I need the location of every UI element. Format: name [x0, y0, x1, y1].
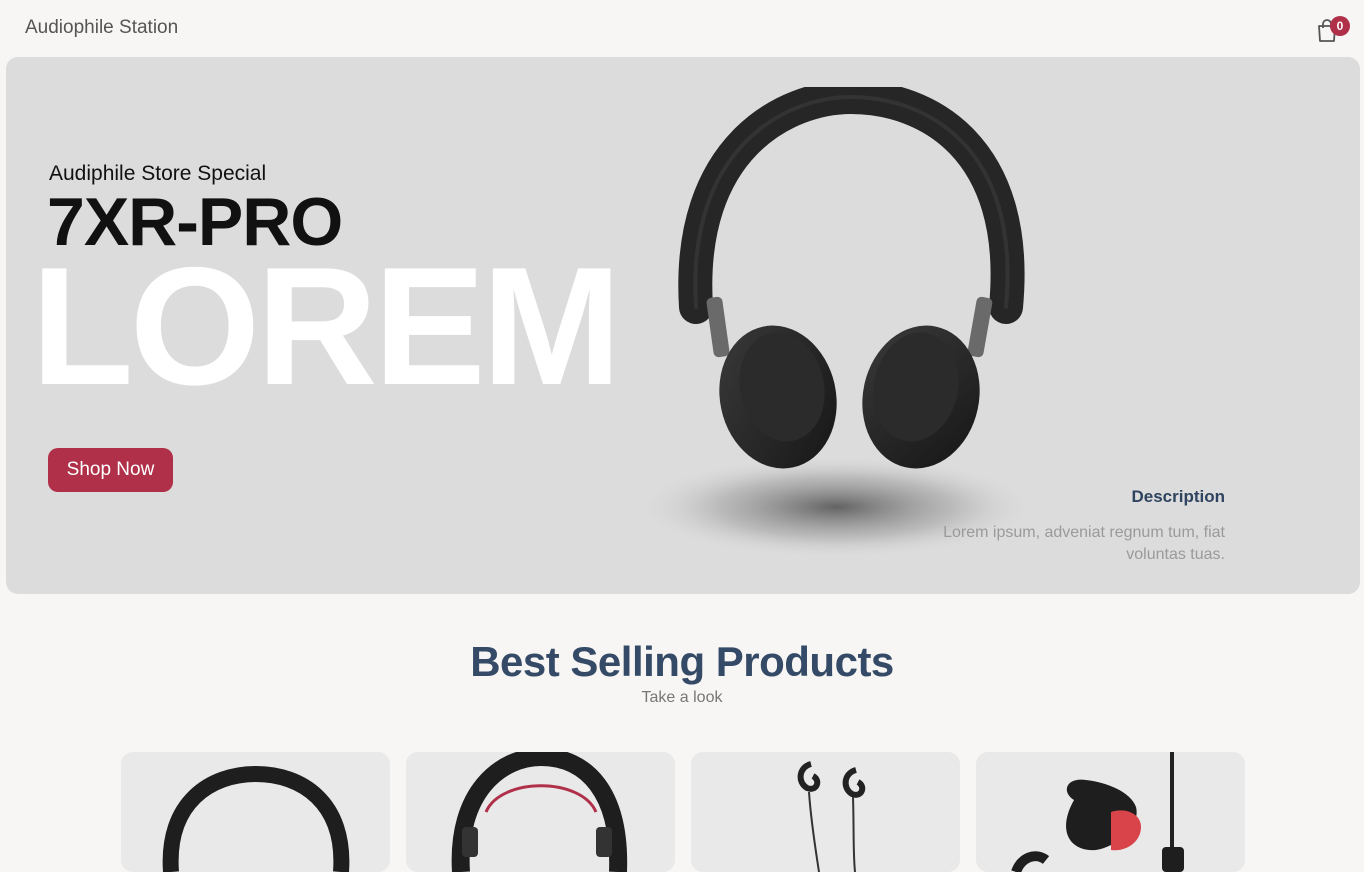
brand-name[interactable]: Audiophile Station [25, 17, 178, 39]
hero-headphones-image [641, 87, 1031, 557]
product-card[interactable] [406, 752, 675, 872]
hero-banner: Audiphile Store Special 7XR-PRO LOREM Sh… [6, 57, 1360, 594]
product-card[interactable] [121, 752, 390, 872]
cart-count-badge: 0 [1330, 16, 1350, 36]
description-title: Description [1131, 487, 1225, 506]
hero-background-word: LOREM [31, 232, 622, 420]
product-card[interactable] [976, 752, 1245, 872]
over-ear-headphones-icon [162, 765, 350, 872]
shop-now-button[interactable]: Shop Now [48, 448, 173, 492]
sport-earbuds-icon [1011, 752, 1184, 872]
gaming-headset-icon [451, 752, 628, 872]
top-bar: Audiophile Station 0 [0, 0, 1364, 56]
cart-button[interactable]: 0 [1316, 16, 1352, 46]
best-selling-subtitle: Take a look [641, 689, 723, 706]
product-card[interactable] [691, 752, 960, 872]
description-text: Lorem ipsum, adveniat regnum tum, fiat v… [943, 524, 1225, 563]
wired-earphones-icon [797, 761, 866, 872]
best-selling-title: Best Selling Products [470, 638, 894, 685]
